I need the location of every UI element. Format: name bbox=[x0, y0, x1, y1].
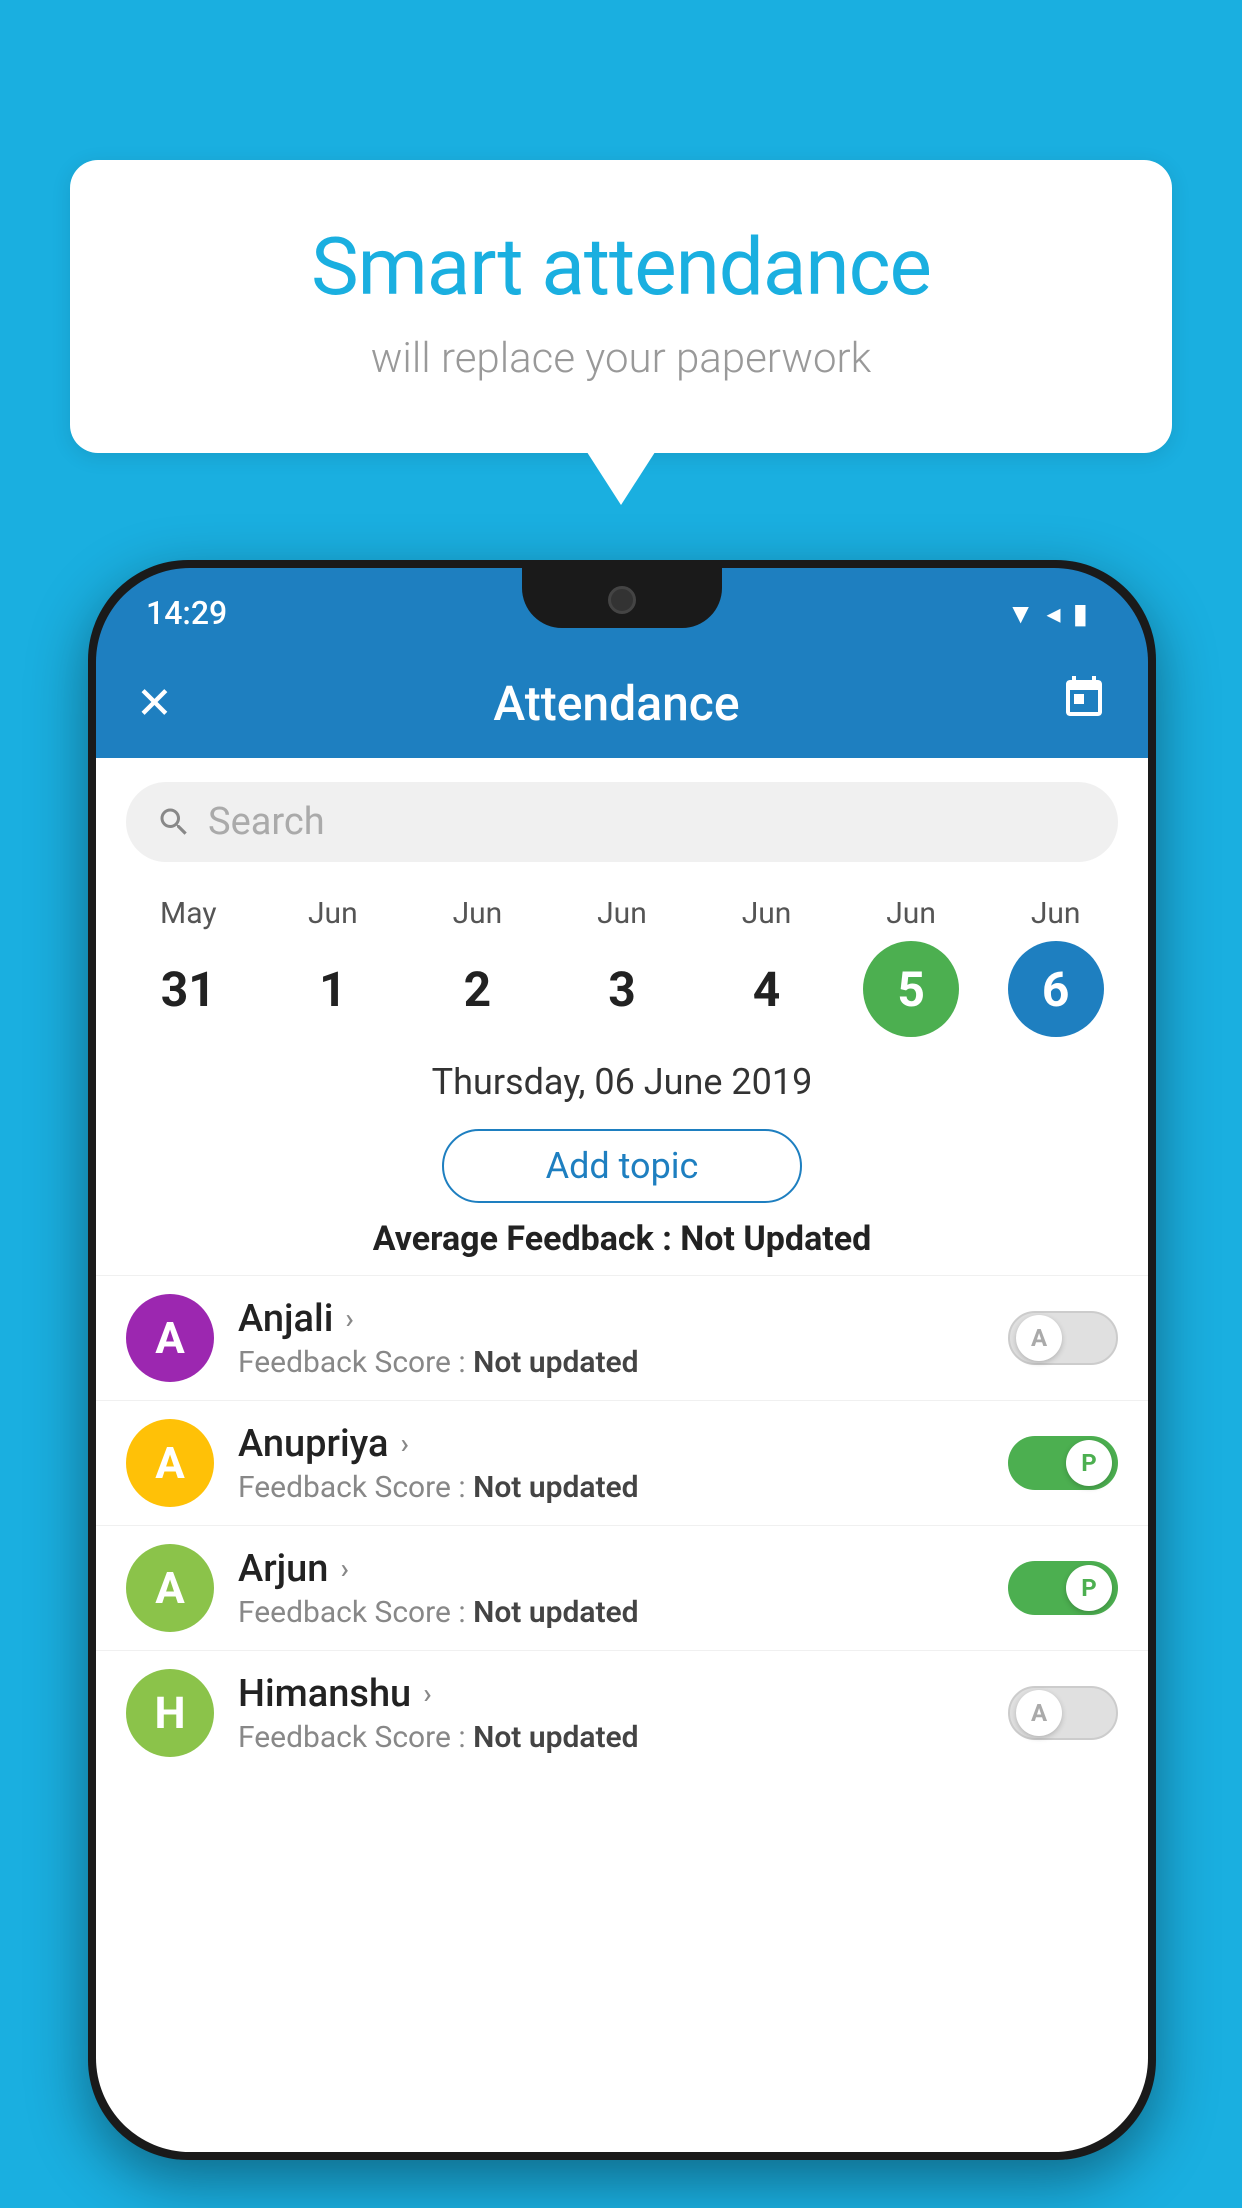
calendar-icon[interactable] bbox=[1060, 674, 1108, 733]
status-time: 14:29 bbox=[146, 584, 227, 632]
cal-date-number: 3 bbox=[574, 941, 670, 1037]
calendar-day-2[interactable]: Jun 2 bbox=[412, 896, 542, 1037]
feedback-score: Feedback Score : Not updated bbox=[238, 1720, 984, 1755]
wifi-icon: ▼ bbox=[1007, 597, 1035, 630]
chevron-right-icon: › bbox=[400, 1427, 408, 1460]
feedback-score: Feedback Score : Not updated bbox=[238, 1470, 984, 1505]
attendance-toggle[interactable]: P bbox=[1008, 1436, 1118, 1490]
cal-date-number: 1 bbox=[285, 941, 381, 1037]
calendar-day-4[interactable]: Jun 4 bbox=[702, 896, 832, 1037]
feedback-score: Feedback Score : Not updated bbox=[238, 1595, 984, 1630]
cal-date-number: 4 bbox=[719, 941, 815, 1037]
avg-feedback-value: Not Updated bbox=[680, 1219, 871, 1259]
student-item-anjali[interactable]: A Anjali › Feedback Score : Not updated A bbox=[96, 1275, 1148, 1400]
toggle-knob: A bbox=[1016, 1315, 1062, 1361]
toggle-knob: P bbox=[1066, 1565, 1112, 1611]
app-bar: ✕ Attendance bbox=[96, 648, 1148, 758]
cal-date-number: 6 bbox=[1008, 941, 1104, 1037]
student-name: Arjun › bbox=[238, 1547, 984, 1591]
student-item-himanshu[interactable]: H Himanshu › Feedback Score : Not updated A bbox=[96, 1650, 1148, 1775]
toggle-knob: A bbox=[1016, 1690, 1062, 1736]
cal-date-number: 5 bbox=[863, 941, 959, 1037]
search-placeholder: Search bbox=[208, 800, 325, 844]
notch bbox=[522, 568, 722, 628]
screen-content: Search May 31 Jun 1 Jun 2 Jun 3 Jun 4 Jun 5 Jun 6 Thu… bbox=[96, 758, 1148, 2152]
attendance-toggle[interactable]: A bbox=[1008, 1311, 1118, 1365]
chevron-right-icon: › bbox=[423, 1677, 431, 1710]
selected-date: Thursday, 06 June 2019 bbox=[96, 1037, 1148, 1113]
signal-icon: ◂ bbox=[1047, 597, 1061, 630]
student-name: Himanshu › bbox=[238, 1672, 984, 1716]
feedback-score: Feedback Score : Not updated bbox=[238, 1345, 984, 1380]
cal-month-label: May bbox=[160, 896, 216, 931]
bubble-title: Smart attendance bbox=[150, 220, 1092, 314]
app-bar-title: Attendance bbox=[203, 675, 1030, 732]
attendance-toggle[interactable]: A bbox=[1008, 1686, 1118, 1740]
search-icon bbox=[156, 804, 192, 840]
calendar-strip: May 31 Jun 1 Jun 2 Jun 3 Jun 4 Jun 5 Jun 6 bbox=[96, 886, 1148, 1037]
student-info: Anupriya › Feedback Score : Not updated bbox=[238, 1422, 984, 1505]
avatar: A bbox=[126, 1294, 214, 1382]
avatar: A bbox=[126, 1419, 214, 1507]
calendar-day-6[interactable]: Jun 6 bbox=[991, 896, 1121, 1037]
cal-month-label: Jun bbox=[308, 896, 358, 931]
battery-icon: ▮ bbox=[1073, 597, 1088, 630]
avatar: A bbox=[126, 1544, 214, 1632]
toggle-knob: P bbox=[1066, 1440, 1112, 1486]
phone-frame: 14:29 ▼ ◂ ▮ ✕ Attendance bbox=[88, 560, 1156, 2160]
cal-month-label: Jun bbox=[597, 896, 647, 931]
student-name: Anjali › bbox=[238, 1297, 984, 1341]
student-info: Arjun › Feedback Score : Not updated bbox=[238, 1547, 984, 1630]
average-feedback: Average Feedback : Not Updated bbox=[96, 1219, 1148, 1275]
cal-month-label: Jun bbox=[742, 896, 792, 931]
cal-month-label: Jun bbox=[1031, 896, 1081, 931]
camera bbox=[608, 586, 636, 614]
calendar-day-31[interactable]: May 31 bbox=[123, 896, 253, 1037]
calendar-day-3[interactable]: Jun 3 bbox=[557, 896, 687, 1037]
bubble-subtitle: will replace your paperwork bbox=[150, 334, 1092, 383]
calendar-day-5[interactable]: Jun 5 bbox=[846, 896, 976, 1037]
student-item-anupriya[interactable]: A Anupriya › Feedback Score : Not updated P bbox=[96, 1400, 1148, 1525]
chevron-right-icon: › bbox=[345, 1302, 353, 1335]
student-info: Anjali › Feedback Score : Not updated bbox=[238, 1297, 984, 1380]
speech-bubble: Smart attendance will replace your paper… bbox=[70, 160, 1172, 453]
search-bar[interactable]: Search bbox=[126, 782, 1118, 862]
status-icons: ▼ ◂ ▮ bbox=[1007, 587, 1088, 630]
cal-month-label: Jun bbox=[886, 896, 936, 931]
student-info: Himanshu › Feedback Score : Not updated bbox=[238, 1672, 984, 1755]
avatar: H bbox=[126, 1669, 214, 1757]
cal-date-number: 31 bbox=[140, 941, 236, 1037]
cal-date-number: 2 bbox=[429, 941, 525, 1037]
attendance-toggle[interactable]: P bbox=[1008, 1561, 1118, 1615]
close-icon[interactable]: ✕ bbox=[136, 677, 173, 729]
student-name: Anupriya › bbox=[238, 1422, 984, 1466]
student-list: AAnjali ›Feedback Score : Not updatedAAA… bbox=[96, 1275, 1148, 1775]
student-item-arjun[interactable]: A Arjun › Feedback Score : Not updated P bbox=[96, 1525, 1148, 1650]
chevron-right-icon: › bbox=[340, 1552, 348, 1585]
cal-month-label: Jun bbox=[453, 896, 503, 931]
calendar-day-1[interactable]: Jun 1 bbox=[268, 896, 398, 1037]
add-topic-button[interactable]: Add topic bbox=[442, 1129, 802, 1203]
avg-feedback-label: Average Feedback : bbox=[373, 1219, 672, 1259]
